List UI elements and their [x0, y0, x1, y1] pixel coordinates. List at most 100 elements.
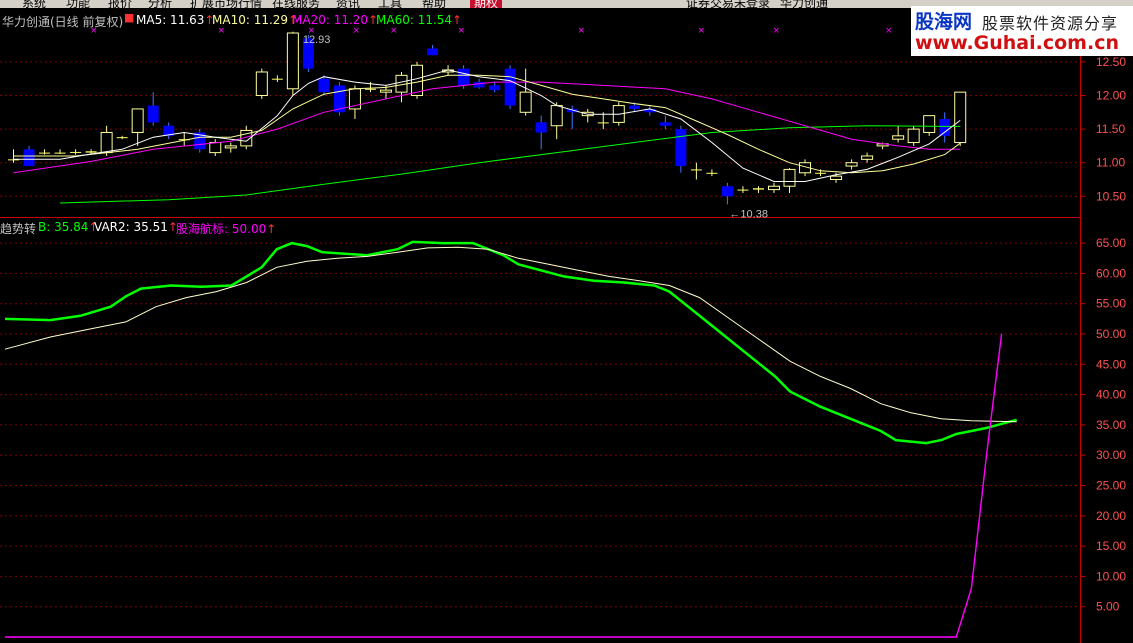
candle-body	[706, 172, 718, 174]
low-price-label: ←10.38	[729, 208, 768, 220]
indicator-value: 股海航标: 50.00	[176, 222, 267, 236]
main-tick-label: 12.00	[1096, 89, 1126, 103]
signal-marker: ×	[218, 26, 226, 36]
signal-marker: ×	[885, 26, 893, 36]
candle-body	[767, 185, 780, 191]
flag-icon: ■	[124, 11, 135, 24]
logo-url: www.Guhai.com.cn	[915, 32, 1119, 54]
main-tick-label: 11.50	[1096, 122, 1125, 136]
indicator-value: MA5: 11.63	[136, 13, 205, 27]
up-arrow-icon: ↑	[266, 222, 277, 236]
indicator-MA60: MA60: 11.54↑	[376, 13, 462, 27]
signal-marker: ×	[698, 26, 706, 36]
indicator-value: VAR2: 35.51	[94, 220, 168, 234]
sub-tick-label: 35.00	[1096, 418, 1126, 432]
candle-body	[85, 151, 97, 153]
candle-body	[504, 68, 516, 106]
signal-marker: ×	[773, 26, 781, 36]
sub-tick-label: 20.00	[1096, 509, 1126, 523]
signal-marker: ×	[578, 26, 586, 36]
candle-body	[845, 162, 858, 167]
candle-body	[224, 145, 237, 149]
sub-tick-label: 60.00	[1096, 266, 1126, 280]
candle-body	[675, 129, 687, 167]
indicator-value: MA10: 11.29	[212, 13, 289, 27]
sub-tick-label: 10.00	[1096, 569, 1126, 583]
ma10-line	[13, 74, 961, 174]
sub-tick-label: 55.00	[1096, 297, 1126, 311]
candle-body	[752, 188, 764, 190]
indicator-value: B: 35.84	[38, 220, 89, 234]
indicator-股海航标: 股海航标: 50.00↑	[176, 220, 276, 237]
candle-body	[783, 168, 796, 187]
candle-body	[659, 122, 671, 126]
candle-body	[54, 152, 66, 154]
main-tick-label: 12.50	[1096, 55, 1126, 69]
candle-body	[519, 91, 532, 113]
candle-body	[830, 175, 843, 180]
candle-body	[458, 68, 470, 86]
candle-body	[116, 137, 128, 139]
signal-marker: ×	[458, 26, 466, 36]
indicator-value: MA20: 11.20	[292, 13, 369, 27]
candle-body	[861, 155, 874, 160]
candle-body	[923, 115, 936, 133]
indicator-VAR2: VAR2: 35.51↑	[94, 220, 178, 234]
candle-body	[318, 78, 330, 93]
indicator-B: B: 35.84↑	[38, 220, 99, 234]
b-line	[4, 240, 1018, 445]
candle-body	[954, 91, 967, 144]
sub-tick-label: 40.00	[1096, 388, 1126, 402]
up-arrow-icon: ↑	[452, 13, 463, 27]
candle-body	[209, 142, 222, 154]
sub-tick-label: 65.00	[1096, 236, 1126, 250]
candle-body	[721, 186, 733, 197]
guhai-line	[5, 333, 1003, 638]
high-price-label: 12.93	[303, 34, 331, 46]
indicator-MA20: MA20: 11.20↑	[292, 13, 378, 27]
main-tick-label: 10.50	[1096, 189, 1126, 203]
main-tick-label: 11.00	[1096, 156, 1125, 170]
signal-marker: ×	[390, 26, 398, 36]
candle-body	[255, 71, 268, 97]
sub-tick-label: 25.00	[1096, 479, 1126, 493]
candle-body	[147, 105, 159, 123]
indicator-MA10: MA10: 11.29↑	[212, 13, 298, 27]
indicator-MA5: MA5: 11.63↑	[136, 13, 214, 27]
candle-body	[550, 105, 563, 127]
sub-panel-title: 趋势转	[0, 222, 37, 236]
candle-body	[271, 78, 283, 80]
ma5-line	[13, 69, 961, 182]
sub-tick-label: 5.00	[1096, 600, 1120, 614]
logo-tagline: 股票软件资源分享	[982, 14, 1119, 33]
main-stock-title: 华力创通(日线 前复权)	[2, 15, 124, 29]
candle-body	[737, 189, 749, 191]
candle-body	[597, 122, 609, 124]
sub-tick-label: 30.00	[1096, 448, 1126, 462]
candle-body	[364, 88, 376, 90]
candle-body	[100, 131, 113, 154]
candle-body	[628, 105, 640, 109]
candle-body	[286, 32, 299, 90]
candle-body	[535, 122, 547, 133]
candle-body	[892, 135, 905, 140]
candle-body	[39, 152, 51, 154]
sub-tick-label: 50.00	[1096, 327, 1126, 341]
indicator-value: MA60: 11.54	[376, 13, 453, 27]
signal-marker: ×	[353, 26, 361, 36]
candle-body	[23, 149, 35, 167]
logo-brand: 股海网	[915, 11, 973, 33]
candle-body	[131, 108, 144, 133]
sub-tick-label: 15.00	[1096, 539, 1126, 553]
candle-body	[379, 89, 392, 93]
candle-body	[690, 169, 702, 171]
candle-body	[939, 119, 951, 136]
sub-tick-label: 45.00	[1096, 357, 1126, 371]
candle-body	[70, 151, 82, 153]
guhai-logo[interactable]: 股海网 股票软件资源分享 www.Guhai.com.cn	[911, 6, 1133, 56]
chart-area: 12.50 12.00 11.50 11.00 10.50 65.00 60.00 55.00…	[0, 8, 1126, 643]
candle-body	[427, 48, 439, 56]
candle-body	[815, 172, 827, 174]
candle-body	[907, 128, 920, 144]
candle-body	[489, 85, 501, 91]
